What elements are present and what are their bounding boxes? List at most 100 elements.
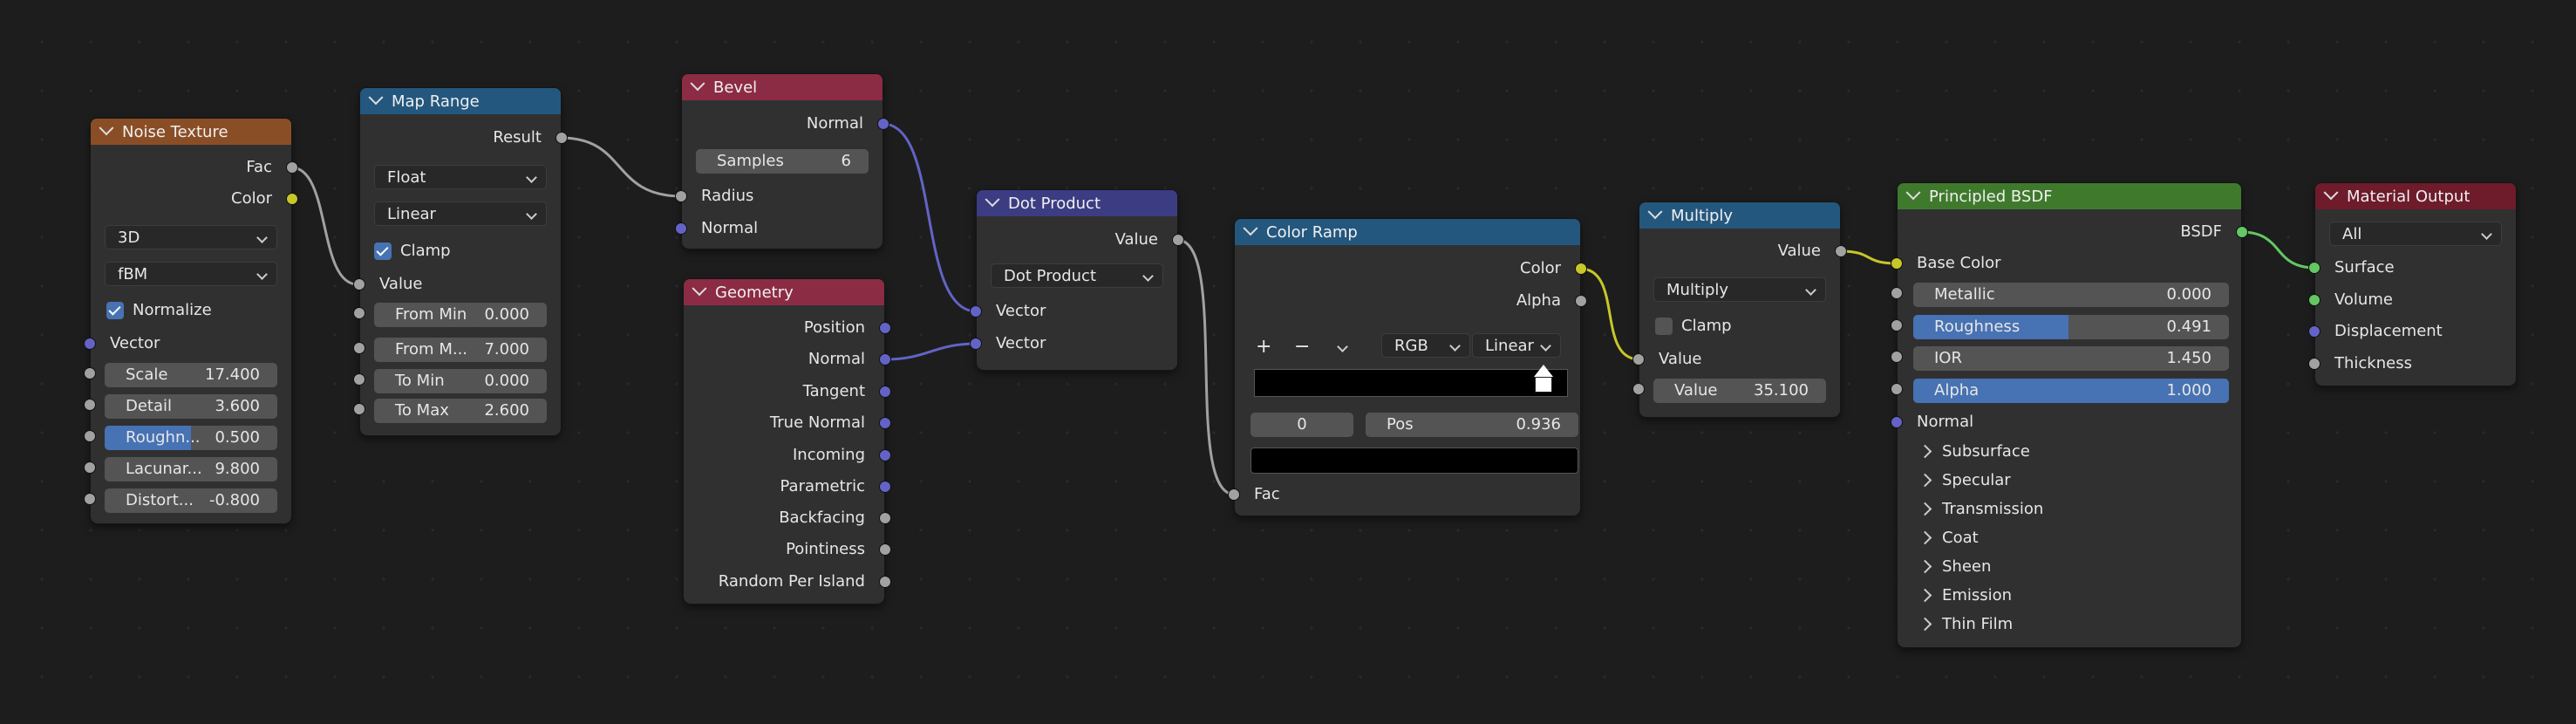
input-socket[interactable] [354, 404, 365, 414]
collapse-chevron-icon[interactable] [1647, 204, 1663, 220]
clamp-checkbox[interactable] [1655, 318, 1673, 335]
add-stop-button[interactable]: + [1256, 337, 1277, 358]
input-socket[interactable] [1633, 354, 1644, 365]
ramp-interpolation-select[interactable]: Linear [1472, 333, 1561, 358]
input-socket[interactable] [676, 191, 686, 201]
collapse-chevron-icon[interactable] [985, 192, 1000, 208]
to-max-field[interactable]: To Max 2.600 [354, 399, 547, 423]
output-socket[interactable] [287, 194, 297, 204]
geometry-node[interactable]: Geometry Position Normal Tangent True No… [684, 279, 890, 604]
panel-emission[interactable]: Emission [1917, 585, 2012, 606]
input-socket[interactable] [1891, 384, 1902, 394]
input-socket[interactable] [85, 400, 95, 410]
input-socket[interactable] [354, 308, 365, 318]
ramp-stop-handle[interactable] [1534, 365, 1553, 394]
output-socket[interactable] [1836, 246, 1846, 256]
remove-stop-button[interactable]: − [1294, 337, 1315, 358]
input-socket[interactable] [85, 368, 95, 379]
math-operation-select[interactable]: Multiply [1653, 277, 1826, 302]
input-socket[interactable] [85, 494, 95, 504]
input-socket[interactable] [85, 462, 95, 473]
ramp-menu-button[interactable] [1332, 337, 1353, 358]
panel-subsurface[interactable]: Subsurface [1917, 441, 2030, 462]
input-socket[interactable] [2309, 263, 2320, 273]
panel-coat[interactable]: Coat [1917, 528, 1979, 549]
output-socket[interactable] [880, 450, 890, 461]
node-header[interactable]: Map Range [360, 88, 561, 114]
node-header[interactable]: Color Ramp [1235, 219, 1580, 245]
input-socket[interactable] [971, 338, 981, 349]
input-socket[interactable] [971, 306, 981, 317]
output-socket[interactable] [1576, 263, 1586, 274]
output-socket[interactable] [880, 577, 890, 587]
alpha-slider[interactable]: Alpha 1.000 [1891, 379, 2229, 403]
to-min-field[interactable]: To Min 0.000 [354, 369, 547, 393]
output-socket[interactable] [880, 418, 890, 428]
interpolation-select[interactable]: Linear [374, 201, 547, 226]
output-socket[interactable] [1173, 235, 1183, 245]
input-socket[interactable] [2309, 359, 2320, 369]
input-socket[interactable] [1891, 417, 1902, 427]
from-min-field[interactable]: From Min 0.000 [354, 303, 547, 327]
input-socket[interactable] [2309, 326, 2320, 337]
panel-transmission[interactable]: Transmission [1917, 499, 2043, 520]
color-ramp-node[interactable]: Color Ramp Color Alpha + − RGB Linear 0 … [1229, 219, 1586, 516]
dimensions-select[interactable]: 3D [105, 225, 277, 249]
clamp-checkbox-row[interactable]: Clamp [1639, 316, 1840, 337]
input-socket[interactable] [1891, 288, 1902, 298]
collapse-chevron-icon[interactable] [1905, 185, 1921, 201]
node-header[interactable]: Material Output [2315, 183, 2516, 209]
collapse-chevron-icon[interactable] [368, 90, 384, 106]
operation-select[interactable]: Dot Product [991, 263, 1163, 288]
stop-position-field[interactable]: Pos 0.936 [1366, 413, 1578, 437]
collapse-chevron-icon[interactable] [99, 120, 114, 136]
input-socket[interactable] [1229, 489, 1239, 500]
input-socket[interactable] [1891, 258, 1902, 269]
input-socket[interactable] [1891, 352, 1902, 362]
input-socket[interactable] [85, 338, 95, 349]
output-socket[interactable] [287, 162, 297, 173]
input-socket[interactable] [2309, 295, 2320, 305]
panel-sheen[interactable]: Sheen [1917, 557, 1991, 577]
node-editor-canvas[interactable]: Noise Texture Fac Color 3D fBM Normalize… [0, 0, 2576, 724]
data-type-select[interactable]: Float [374, 165, 547, 189]
color-mode-select[interactable]: RGB [1381, 333, 1470, 358]
input-socket[interactable] [354, 279, 365, 290]
material-output-node[interactable]: Material Output All Surface Volume Displ… [2309, 183, 2516, 386]
node-header[interactable]: Principled BSDF [1898, 183, 2241, 209]
output-socket[interactable] [880, 354, 890, 365]
node-header[interactable]: Dot Product [977, 190, 1177, 216]
node-header[interactable]: Multiply [1639, 202, 1840, 229]
panel-thin-film[interactable]: Thin Film [1917, 614, 2013, 635]
output-socket[interactable] [880, 386, 890, 397]
collapse-chevron-icon[interactable] [1243, 221, 1258, 236]
metallic-slider[interactable]: Metallic 0.000 [1891, 283, 2229, 307]
noise-texture-node[interactable]: Noise Texture Fac Color 3D fBM Normalize… [85, 119, 297, 523]
input-socket[interactable] [354, 343, 365, 353]
noise-type-select[interactable]: fBM [105, 262, 277, 286]
node-header[interactable]: Bevel [682, 74, 883, 100]
output-socket[interactable] [556, 133, 567, 143]
ior-field[interactable]: IOR 1.450 [1891, 346, 2229, 371]
detail-field[interactable]: Detail 3.600 [85, 394, 277, 419]
clamp-checkbox-row[interactable]: Clamp [360, 241, 561, 262]
input-socket[interactable] [1633, 384, 1644, 394]
output-socket[interactable] [880, 544, 890, 555]
bevel-node[interactable]: Bevel Normal Samples 6 Radius Normal [676, 74, 889, 249]
principled-bsdf-node[interactable]: Principled BSDF BSDF Base Color Metallic… [1891, 183, 2247, 647]
output-socket[interactable] [880, 513, 890, 523]
distortion-field[interactable]: Distort... -0.800 [85, 488, 277, 513]
node-header[interactable]: Noise Texture [91, 119, 291, 145]
dot-product-node[interactable]: Dot Product Value Dot Product Vector Vec… [971, 190, 1183, 370]
second-value-field[interactable]: Value 35.100 [1633, 379, 1826, 403]
multiply-node[interactable]: Multiply Value Multiply Clamp Value Valu… [1633, 202, 1846, 417]
stop-color-swatch[interactable] [1251, 447, 1578, 474]
input-socket[interactable] [354, 374, 365, 385]
collapse-chevron-icon[interactable] [690, 76, 705, 92]
output-socket[interactable] [880, 323, 890, 333]
samples-field[interactable]: Samples 6 [696, 149, 869, 174]
map-range-node[interactable]: Map Range Result Float Linear Clamp Valu… [354, 88, 567, 435]
normalize-checkbox[interactable] [106, 302, 124, 319]
active-stop-index[interactable]: 0 [1251, 413, 1353, 437]
normalize-checkbox-row[interactable]: Normalize [91, 300, 291, 321]
